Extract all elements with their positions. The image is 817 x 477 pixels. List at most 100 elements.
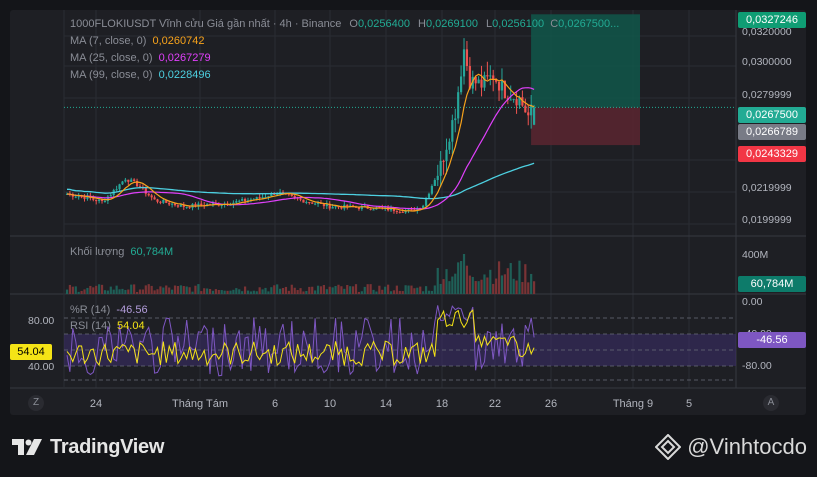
volume-bar (261, 289, 264, 294)
candle-body (486, 75, 489, 77)
volume-bar (439, 283, 442, 294)
time-tick: 24 (89, 398, 103, 410)
volume-bar (68, 284, 72, 294)
wr-value: -46.56 (116, 304, 148, 316)
volume-bar (343, 288, 346, 294)
wr-legend[interactable]: %R (14) -46.56 (70, 302, 148, 318)
wr-label: %R (14) (70, 304, 111, 316)
candle-body (293, 195, 296, 198)
volume-bar (109, 286, 112, 294)
volume-bar (182, 286, 185, 294)
tradingview-logo[interactable]: TradingView (12, 436, 164, 458)
candle-body (527, 112, 530, 116)
candle-body (188, 206, 191, 208)
candle-body (398, 211, 401, 213)
volume-bar (436, 267, 439, 294)
volume-bar (360, 291, 363, 294)
volume-bar (100, 284, 104, 294)
candle-body (524, 105, 527, 113)
volume-legend[interactable]: Khối lượng 60,784M (70, 244, 173, 260)
volume-bar (483, 274, 486, 294)
candle-body (401, 211, 404, 213)
volume-bar (433, 285, 436, 294)
wr-tick: -80.00 (742, 360, 772, 372)
candle-body (448, 141, 451, 150)
candle-body (500, 80, 504, 91)
volume-bar (427, 290, 431, 294)
volume-bar (144, 285, 147, 294)
volume-bar (316, 285, 320, 294)
volume-bar (141, 289, 145, 294)
candle-body (241, 198, 244, 201)
volume-bar (308, 286, 311, 294)
volume-bar (206, 288, 209, 294)
volume-bar (170, 289, 174, 294)
candle-body (83, 196, 86, 199)
rsi-tag: 54.04 (10, 344, 52, 360)
candle-body (168, 202, 171, 205)
candle-body (314, 203, 317, 205)
candle-body (176, 205, 180, 207)
volume-bar (454, 273, 457, 294)
volume-bar (398, 290, 401, 294)
candle-body (92, 198, 95, 200)
volume-bar (229, 290, 232, 294)
volume-bar (147, 284, 150, 294)
volume-bar (276, 284, 279, 294)
volume-bar (118, 289, 121, 294)
rsi-tick: 40.00 (28, 361, 55, 373)
volume-bar (401, 291, 404, 294)
volume-bar (284, 286, 288, 294)
ma99-label: MA (99, close, 0) (70, 69, 153, 81)
candle-body (436, 175, 439, 181)
volume-bar (351, 286, 355, 294)
volume-bar (290, 284, 293, 294)
volume-bar (106, 290, 109, 294)
volume-bar (331, 287, 334, 294)
volume-bar (255, 291, 258, 294)
volume-bar (465, 265, 469, 294)
symbol-legend[interactable]: 1000FLOKIUSDT Vĩnh cửu Giá gần nhất · 4h… (70, 16, 619, 32)
volume-bar (220, 290, 223, 294)
volume-bar (328, 286, 331, 294)
volume-bar (422, 291, 425, 294)
volume-bar (246, 290, 250, 294)
ma25-legend[interactable]: MA (25, close, 0) 0,0267279 (70, 50, 211, 66)
ma7-legend[interactable]: MA (7, close, 0) 0,0260742 (70, 33, 204, 49)
rsi-legend[interactable]: RSI (14) 54.04 (70, 318, 145, 334)
volume-bar (459, 261, 463, 294)
time-tick: Tháng 9 (612, 398, 654, 410)
volume-bar (524, 264, 527, 294)
close-value: 0,0267500... (558, 18, 620, 30)
ma7-value: 0,0260742 (152, 35, 205, 47)
volume-bar (515, 280, 518, 294)
candle-body (170, 203, 174, 205)
volume-bar (334, 285, 337, 294)
candle-body (442, 160, 445, 162)
moving-averages (66, 73, 535, 212)
rsi-tick: 80.00 (28, 315, 55, 327)
candle-body (144, 187, 147, 194)
candle-body (454, 118, 457, 121)
volume-bar (302, 291, 305, 294)
volume-bars (65, 254, 536, 294)
zoom-button[interactable]: Z (28, 395, 44, 411)
volume-bar (89, 285, 92, 294)
time-tick: 22 (488, 398, 502, 410)
volume-bar (226, 290, 229, 294)
volume-bar (381, 289, 384, 294)
candle-body (372, 209, 375, 211)
watermark: @Vinhtocdo (655, 434, 807, 460)
auto-scale-button[interactable]: A (763, 395, 779, 411)
volume-bar (86, 287, 89, 294)
candle-body (515, 99, 518, 106)
candle-body (133, 179, 136, 181)
volume-bar (424, 286, 428, 294)
low-value: 0,0256100 (492, 18, 545, 30)
volume-bar (369, 284, 372, 294)
volume-bar (509, 263, 512, 294)
open-label: O (349, 18, 358, 30)
candle-body (445, 149, 448, 162)
symbol-title: 1000FLOKIUSDT Vĩnh cửu Giá gần nhất · 4h… (70, 18, 342, 30)
ma99-legend[interactable]: MA (99, close, 0) 0,0228496 (70, 67, 211, 83)
